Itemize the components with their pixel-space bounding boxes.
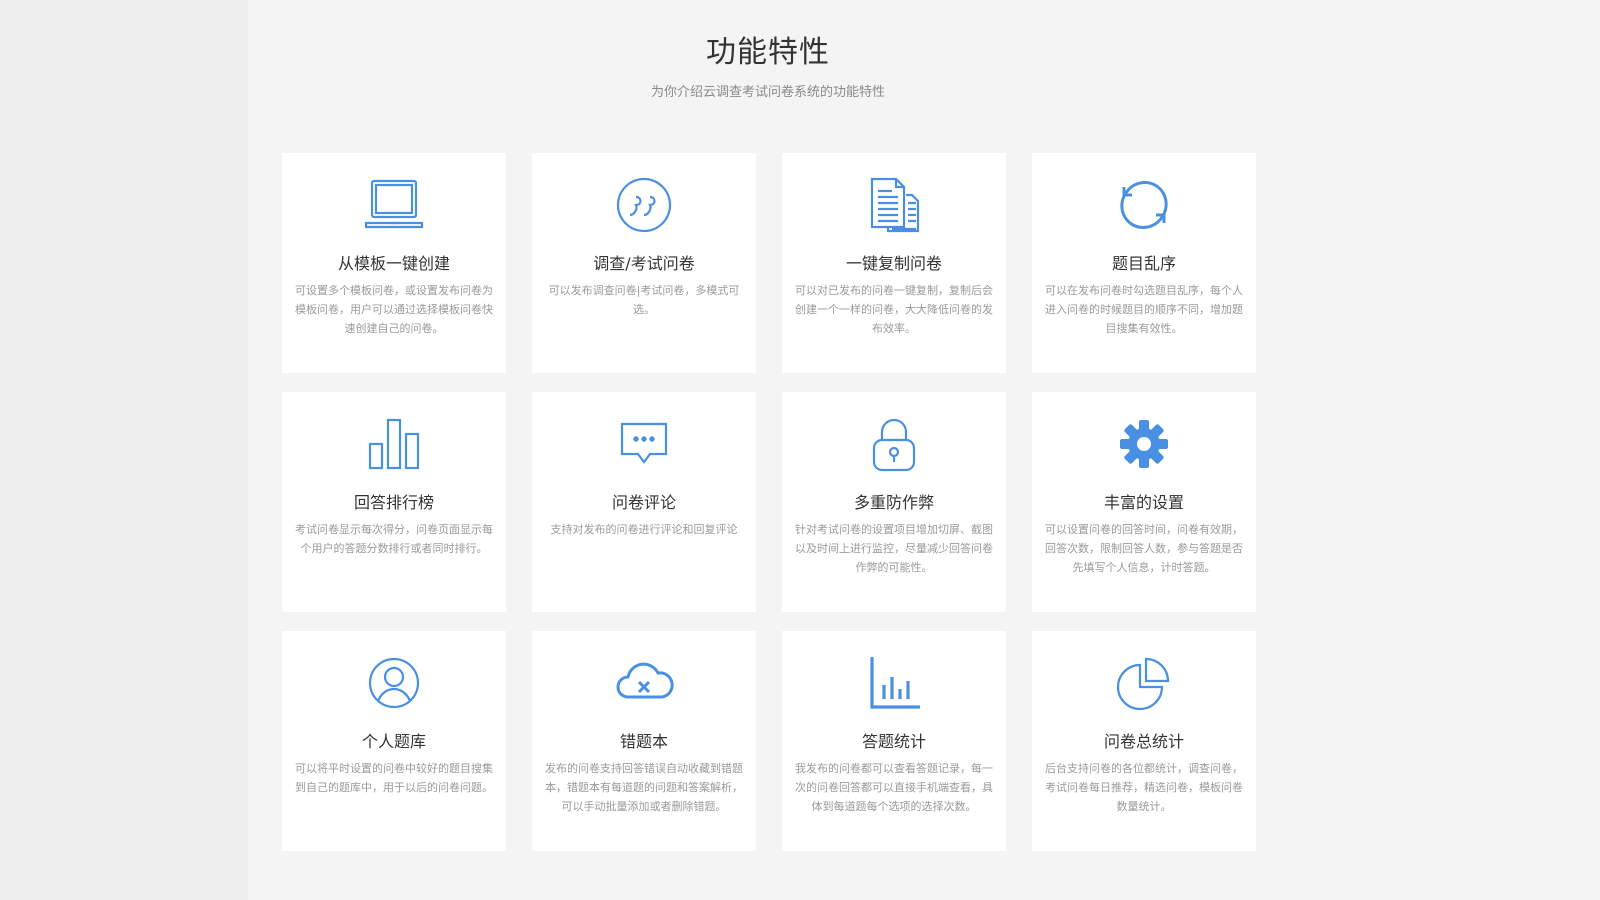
section-subtitle: 为你介绍云调查考试问卷系统的功能特性	[650, 85, 885, 100]
feature-card-leaderboard[interactable]: 回答排行榜 考试问卷显示每次得分，问卷页面显示每个用户的答题分数排行或者同时排行…	[282, 392, 506, 612]
feature-title: 问卷总统计	[1103, 732, 1184, 751]
feature-title: 调查/考试问卷	[593, 254, 695, 273]
feature-description: 考试问卷显示每次得分，问卷页面显示每个用户的答题分数排行或者同时排行。	[295, 523, 493, 555]
features-section: 功能特性 为你介绍云调查考试问卷系统的功能特性 从模板一键创建 可设置多个模板问…	[248, 0, 1600, 900]
feature-title: 一键复制问卷	[845, 254, 942, 273]
feature-title: 问卷评论	[611, 493, 676, 512]
feature-card-survey-exam[interactable]: 调查/考试问卷 可以发布调查问卷|考试问卷，多模式可选。	[532, 153, 756, 373]
feature-description: 可以将平时设置的问卷中较好的题目搜集到自己的题库中，用于以后的问卷问题。	[295, 762, 493, 794]
feature-title: 答题统计	[861, 732, 926, 751]
feature-description: 可以发布调查问卷|考试问卷，多模式可选。	[548, 284, 740, 316]
feature-card-total-stats[interactable]: 问卷总统计 后台支持问卷的各位都统计，调查问卷，考试问卷每日推荐，精选问卷，模板…	[1032, 631, 1256, 851]
feature-card-answer-stats[interactable]: 答题统计 我发布的问卷都可以查看答题记录，每一次的问卷回答都可以直接手机端查看，…	[782, 631, 1006, 851]
document-copy-icon	[862, 173, 926, 237]
refresh-icon	[1112, 173, 1176, 237]
feature-card-anti-cheat[interactable]: 多重防作弊 针对考试问卷的设置项目增加切屏、截图以及时间上进行监控，尽量减少回答…	[782, 392, 1006, 612]
feature-card-error-book[interactable]: 错题本 发布的问卷支持回答错误自动收藏到错题本，错题本有每道题的问题和答案解析，…	[532, 631, 756, 851]
feature-card-copy-survey[interactable]: 一键复制问卷 可以对已发布的问卷一键复制，复制后会创建一个一样的问卷，大大降低问…	[782, 153, 1006, 373]
feature-card-settings[interactable]: 丰富的设置 可以设置问卷的回答时间，问卷有效期，回答次数，限制回答人数，参与答题…	[1032, 392, 1256, 612]
cloud-error-icon	[612, 651, 676, 715]
feature-description: 我发布的问卷都可以查看答题记录，每一次的问卷回答都可以直接手机端查看，具体到每道…	[795, 762, 993, 813]
bar-chart-icon	[362, 412, 426, 476]
statistics-icon	[862, 651, 926, 715]
feature-title: 错题本	[619, 732, 668, 751]
feature-description: 支持对发布的问卷进行评论和回复评论	[550, 523, 738, 536]
user-icon	[362, 651, 426, 715]
feature-description: 针对考试问卷的设置项目增加切屏、截图以及时间上进行监控，尽量减少回答问卷作弊的可…	[795, 523, 993, 574]
feature-description: 后台支持问卷的各位都统计，调查问卷，考试问卷每日推荐，精选问卷，模板问卷数量统计…	[1045, 762, 1243, 813]
feature-card-shuffle[interactable]: 题目乱序 可以在发布问卷时勾选题目乱序，每个人进入问卷的时候题目的顺序不同，增加…	[1032, 153, 1256, 373]
feature-description: 可设置多个模板问卷，或设置发布问卷为模板问卷，用户可以通过选择模板问卷快速创建自…	[295, 284, 493, 335]
feature-title: 丰富的设置	[1103, 493, 1184, 512]
feature-card-template-create[interactable]: 从模板一键创建 可设置多个模板问卷，或设置发布问卷为模板问卷，用户可以通过选择模…	[282, 153, 506, 373]
feature-title: 多重防作弊	[853, 493, 934, 512]
quote-icon	[612, 173, 676, 237]
feature-title: 从模板一键创建	[337, 254, 450, 273]
feature-title: 个人题库	[361, 732, 426, 751]
feature-description: 可以设置问卷的回答时间，问卷有效期，回答次数，限制回答人数，参与答题是否先填写个…	[1045, 523, 1243, 574]
feature-description: 可以在发布问卷时勾选题目乱序，每个人进入问卷的时候题目的顺序不同，增加题目搜集有…	[1045, 284, 1243, 335]
section-title: 功能特性	[706, 35, 830, 70]
feature-card-question-bank[interactable]: 个人题库 可以将平时设置的问卷中较好的题目搜集到自己的题库中，用于以后的问卷问题…	[282, 631, 506, 851]
feature-title: 题目乱序	[1111, 254, 1176, 273]
feature-title: 回答排行榜	[353, 493, 434, 512]
pie-chart-icon	[1112, 651, 1176, 715]
lock-icon	[862, 412, 926, 476]
feature-description: 发布的问卷支持回答错误自动收藏到错题本，错题本有每道题的问题和答案解析，可以手动…	[545, 762, 743, 813]
laptop-icon	[362, 173, 426, 237]
gear-icon	[1112, 412, 1176, 476]
comment-icon	[612, 412, 676, 476]
feature-description: 可以对已发布的问卷一键复制，复制后会创建一个一样的问卷，大大降低问卷的发布效率。	[795, 284, 993, 335]
feature-card-comments[interactable]: 问卷评论 支持对发布的问卷进行评论和回复评论	[532, 392, 756, 612]
